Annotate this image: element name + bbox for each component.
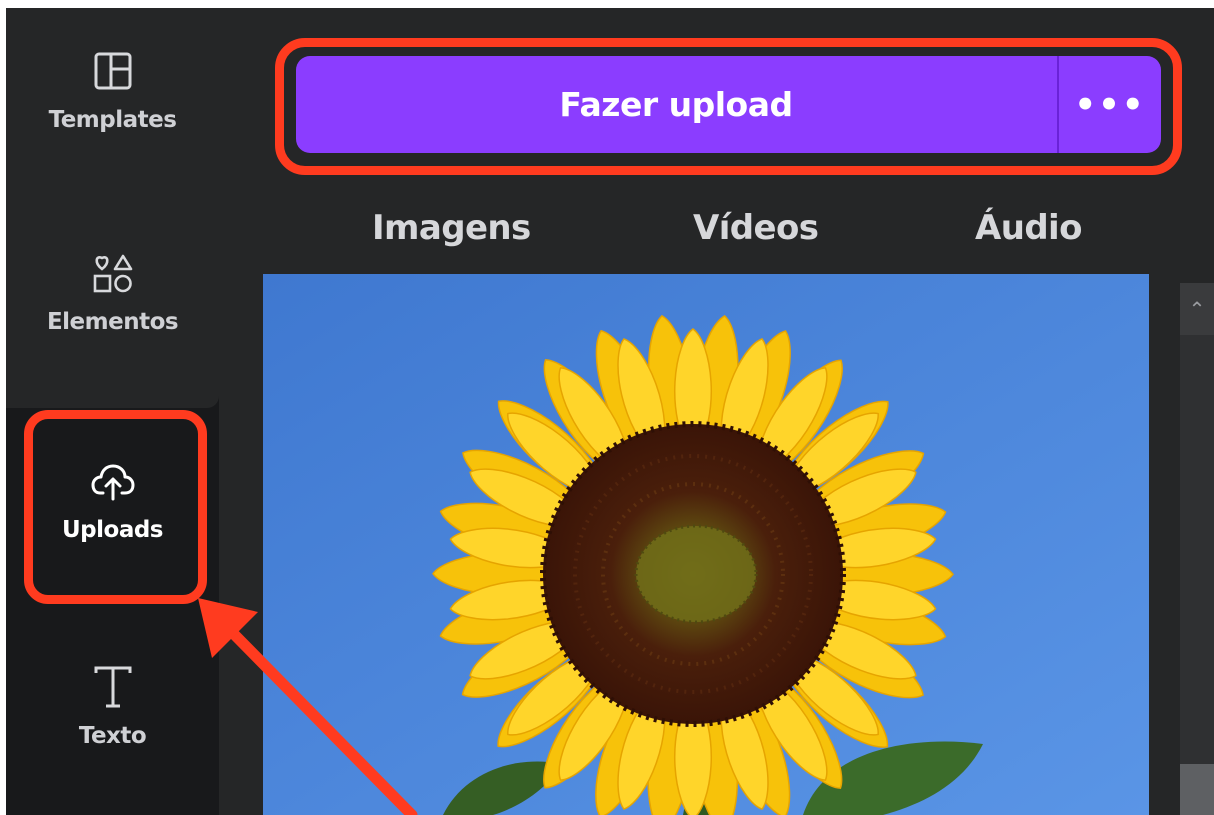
upload-button-group: Fazer upload ••• [296,56,1161,153]
sidebar-item-uploads[interactable]: Uploads [6,408,219,613]
more-options-button[interactable]: ••• [1059,56,1161,153]
uploaded-image-thumbnail[interactable] [263,274,1149,815]
tab-audio[interactable]: Áudio [975,203,1082,253]
sidebar-item-label: Uploads [62,517,164,543]
sidebar-item-label: Templates [48,107,177,133]
cloud-upload-icon [91,464,134,501]
app-frame: Templates Elementos Uploads Texto Fazer … [6,8,1214,815]
scrollbar[interactable] [1180,283,1214,815]
scroll-up-arrow-icon[interactable]: ⌃ [1180,283,1214,335]
sunflower-image [263,274,1149,815]
uploads-panel: Fazer upload ••• Imagens Vídeos Áudio ⌃ [219,8,1214,815]
scrollbar-thumb[interactable] [1180,764,1214,815]
sidebar-item-texto[interactable]: Texto [6,613,219,815]
elements-icon [93,254,132,293]
sidebar-item-label: Texto [78,723,147,749]
tab-videos[interactable]: Vídeos [693,203,819,253]
sidebar: Templates Elementos Uploads Texto [6,8,219,815]
tab-imagens[interactable]: Imagens [372,203,531,253]
sidebar-item-templates[interactable]: Templates [6,8,219,208]
text-icon [94,666,131,708]
sidebar-item-label: Elementos [46,309,179,335]
templates-icon [94,52,131,90]
upload-button[interactable]: Fazer upload [296,56,1056,153]
sidebar-item-elementos[interactable]: Elementos [6,208,219,408]
